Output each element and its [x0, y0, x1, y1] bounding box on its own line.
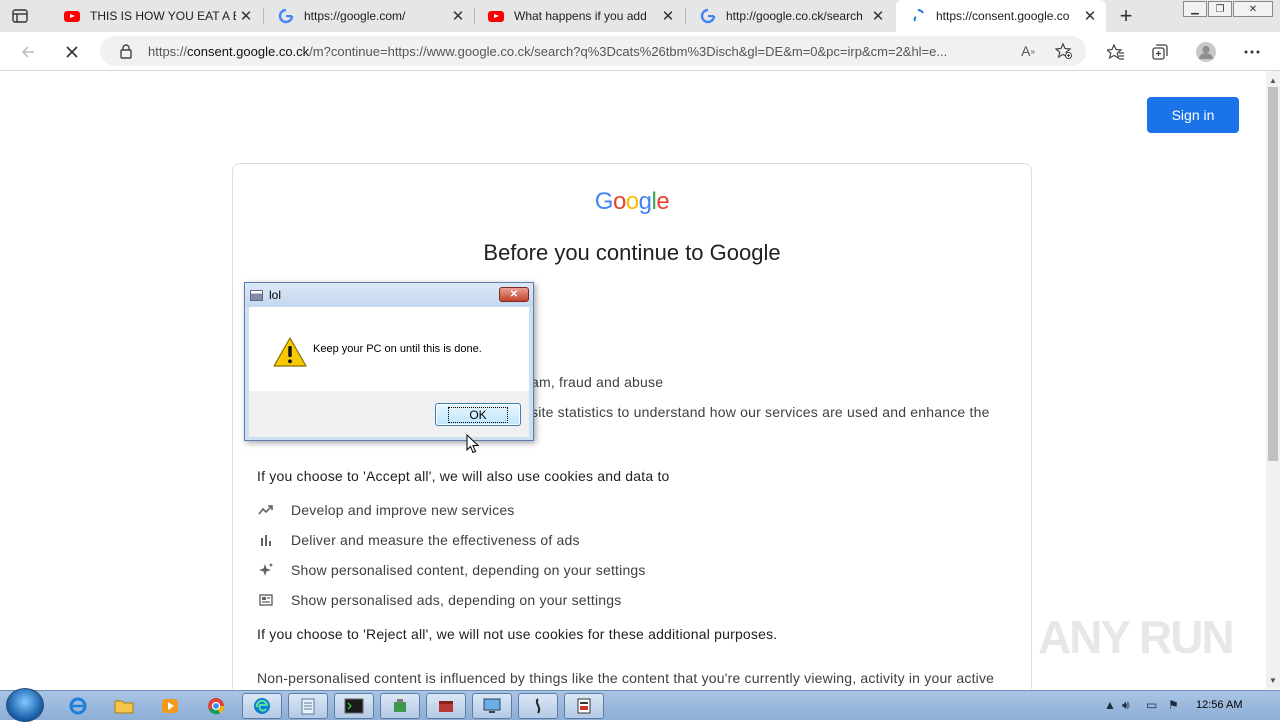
scroll-up-arrow-icon[interactable]: ▲	[1266, 73, 1280, 87]
warning-icon	[273, 337, 307, 367]
tab-title: What happens if you add	[514, 9, 647, 23]
tab-google-1[interactable]: https://google.com/ ✕	[264, 0, 474, 32]
minimize-button[interactable]: ▁	[1183, 1, 1207, 17]
dialog-title: lol	[269, 288, 282, 302]
tab-title: https://google.com/	[304, 9, 406, 23]
edge-icon[interactable]	[242, 693, 282, 719]
google-icon	[278, 8, 294, 24]
loading-icon	[910, 8, 926, 24]
partial-text-line-2: site statistics to understand how our se…	[531, 404, 990, 420]
collections-icon[interactable]	[1146, 38, 1174, 66]
ok-button[interactable]: OK	[435, 403, 521, 426]
close-tab-icon[interactable]: ✕	[236, 6, 256, 26]
anyrun-watermark: ANY RUN	[1038, 611, 1235, 663]
reject-text: If you choose to 'Reject all', we will n…	[257, 626, 778, 642]
sign-in-button[interactable]: Sign in	[1147, 97, 1239, 133]
close-tab-icon[interactable]: ✕	[658, 6, 678, 26]
cmd-icon[interactable]	[334, 693, 374, 719]
dialog-titlebar[interactable]: lol ✕	[245, 283, 533, 307]
profile-avatar-icon[interactable]	[1192, 38, 1220, 66]
ok-button-label: OK	[448, 406, 508, 423]
ie-icon[interactable]	[58, 693, 98, 719]
stop-loading-icon[interactable]	[58, 38, 86, 66]
network-icon[interactable]: ▭	[1146, 698, 1157, 712]
browser-toolbar: https://consent.google.co.ck/m?continue=…	[0, 32, 1280, 71]
new-tab-button[interactable]: +	[1114, 3, 1138, 28]
add-favorite-icon[interactable]	[1054, 41, 1074, 61]
trend-icon	[258, 502, 274, 518]
dialog-message: Keep your PC on until this is done.	[313, 343, 482, 355]
address-bar[interactable]: https://consent.google.co.ck/m?continue=…	[100, 36, 1086, 66]
tab-actions-icon[interactable]	[10, 6, 30, 26]
tab-strip: THIS IS HOW YOU EAT A B ✕ https://google…	[0, 0, 1280, 32]
show-hidden-icons-icon[interactable]: ▲	[1104, 698, 1116, 712]
tab-title: https://consent.google.co	[936, 9, 1070, 23]
accept-item-3: Show personalised content, depending on …	[291, 562, 646, 578]
youtube-icon	[488, 8, 504, 24]
folder-icon[interactable]	[104, 693, 144, 719]
volume-icon[interactable]: 🔊︎	[1122, 698, 1130, 713]
close-tab-icon[interactable]: ✕	[1080, 6, 1100, 26]
tab-title: THIS IS HOW YOU EAT A B	[90, 9, 236, 23]
google-icon	[700, 8, 716, 24]
lock-icon[interactable]	[118, 43, 134, 59]
page-title: Before you continue to Google	[483, 240, 781, 265]
program-icon[interactable]	[380, 693, 420, 719]
dialog-close-button[interactable]: ✕	[499, 287, 529, 302]
archive-icon[interactable]	[426, 693, 466, 719]
google-logo: Google	[594, 188, 670, 215]
taskbar-clock[interactable]: 12:56 AM	[1196, 699, 1242, 711]
url-text[interactable]: https://consent.google.co.ck/m?continue=…	[148, 44, 1010, 59]
sparkle-icon	[258, 562, 274, 578]
bar-chart-icon	[258, 532, 274, 548]
system-tray: ▲ 🔊︎ ▭ ⚑	[1098, 691, 1280, 720]
start-button[interactable]	[6, 688, 44, 722]
favorites-icon[interactable]	[1102, 38, 1130, 66]
restore-button[interactable]: ❐	[1208, 1, 1232, 17]
page-scrollbar[interactable]: ▲ ▼	[1266, 71, 1280, 689]
scroll-down-arrow-icon[interactable]: ▼	[1266, 673, 1280, 687]
more-menu-icon[interactable]	[1238, 38, 1266, 66]
close-tab-icon[interactable]: ✕	[448, 6, 468, 26]
dialog-task-icon[interactable]	[564, 693, 604, 719]
nonpersonalised-text: Non-personalised content is influenced b…	[257, 670, 995, 686]
accept-item-1: Develop and improve new services	[291, 502, 515, 518]
tab-youtube-2[interactable]: What happens if you add ✕	[474, 0, 684, 32]
tab-youtube-1[interactable]: THIS IS HOW YOU EAT A B ✕	[50, 0, 262, 32]
action-center-flag-icon[interactable]: ⚑	[1168, 698, 1179, 712]
dialog-footer: OK	[249, 391, 529, 437]
windows-taskbar: ▲ 🔊︎ ▭ ⚑ 12:56 AM	[0, 688, 1280, 722]
accept-intro-text: If you choose to 'Accept all', we will a…	[257, 468, 670, 484]
partial-text-line-1: am, fraud and abuse	[531, 374, 664, 390]
accept-item-4: Show personalised ads, depending on your…	[291, 592, 622, 608]
notepad-icon[interactable]	[288, 693, 328, 719]
newspaper-icon	[258, 592, 274, 608]
window-close-button[interactable]: ✕	[1233, 1, 1273, 17]
tab-title: http://google.co.ck/search	[726, 9, 863, 23]
close-tab-icon[interactable]: ✕	[868, 6, 888, 26]
script-icon[interactable]	[518, 693, 558, 719]
media-player-icon[interactable]	[150, 693, 190, 719]
read-aloud-icon[interactable]: A»	[1018, 41, 1038, 61]
back-arrow-icon[interactable]	[14, 38, 42, 66]
tab-consent-active[interactable]: https://consent.google.co ✕	[896, 0, 1106, 32]
accept-item-2: Deliver and measure the effectiveness of…	[291, 532, 580, 548]
monitor-icon[interactable]	[472, 693, 512, 719]
chrome-icon[interactable]	[196, 693, 236, 719]
web-page: Sign in Google Before you continue to Go…	[0, 71, 1266, 689]
app-window-icon	[250, 289, 263, 301]
mouse-cursor-icon	[466, 434, 480, 454]
scroll-thumb[interactable]	[1268, 87, 1278, 461]
dialog-body: Keep your PC on until this is done.	[249, 307, 529, 391]
tab-google-2[interactable]: http://google.co.ck/search ✕	[686, 0, 894, 32]
message-dialog: lol ✕ Keep your PC on until this is done…	[244, 282, 534, 441]
youtube-icon	[64, 8, 80, 24]
